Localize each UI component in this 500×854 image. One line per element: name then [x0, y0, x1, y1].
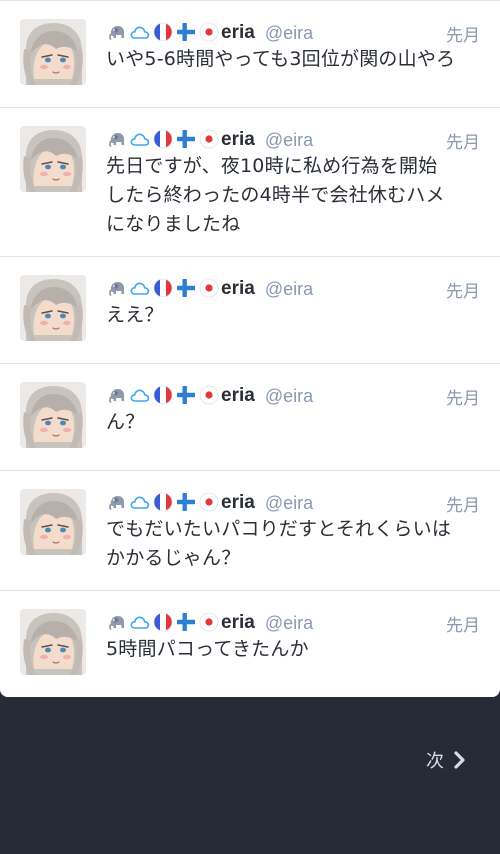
elephant-icon [106, 21, 128, 43]
timestamp[interactable]: 先月 [446, 384, 480, 409]
japan-flag-icon [198, 611, 220, 633]
content-line: になりましたね [106, 213, 241, 235]
status-header: eria @eira 先月 [106, 21, 480, 46]
chevron-right-icon [454, 751, 465, 769]
next-page-button[interactable]: 次 [426, 748, 466, 772]
status-item[interactable]: eria @eira 先月 ええ？ [0, 256, 500, 363]
profile-emojis [106, 277, 221, 302]
profile-emojis [106, 491, 221, 516]
display-name[interactable]: eria [221, 612, 255, 634]
japan-flag-icon [198, 21, 220, 43]
elephant-icon [106, 384, 128, 406]
avatar[interactable] [20, 489, 86, 555]
status-item[interactable]: eria @eira 先月 いや5-6時間やっても3回位が関の山やろ [0, 0, 500, 107]
status-item[interactable]: eria @eira 先月 ん？ [0, 363, 500, 470]
timestamp[interactable]: 先月 [446, 128, 480, 153]
elephant-icon [106, 491, 128, 513]
finland-flag-icon [175, 21, 197, 43]
account-handle[interactable]: @eira [265, 279, 313, 300]
status-item[interactable]: eria @eira 先月 でもだいたいパコりだすとそれくらいは かかるじゃん？ [0, 470, 500, 590]
elephant-icon [106, 611, 128, 633]
finland-flag-icon [175, 384, 197, 406]
timestamp[interactable]: 先月 [446, 491, 480, 516]
japan-flag-icon [198, 128, 220, 150]
france-flag-icon [152, 611, 174, 633]
avatar[interactable] [20, 126, 86, 192]
status-item[interactable]: eria @eira 先月 先日ですが、夜10時に私め行為を開始 したら終わった… [0, 107, 500, 256]
display-name[interactable]: eria [221, 278, 255, 300]
japan-flag-icon [198, 277, 220, 299]
account-handle[interactable]: @eira [265, 386, 313, 407]
display-name[interactable]: eria [221, 492, 255, 514]
cloud-icon [129, 21, 151, 43]
france-flag-icon [152, 277, 174, 299]
display-name[interactable]: eria [221, 22, 255, 44]
content-line: 先日ですが、夜10時に私め行為を開始 [106, 155, 438, 177]
cloud-icon [129, 277, 151, 299]
profile-emojis [106, 611, 221, 636]
timeline-card: eria @eira 先月 いや5-6時間やっても3回位が関の山やろ eria … [0, 0, 500, 697]
finland-flag-icon [175, 611, 197, 633]
status-content: でもだいたいパコりだすとそれくらいは かかるじゃん？ [106, 515, 486, 573]
france-flag-icon [152, 491, 174, 513]
finland-flag-icon [175, 277, 197, 299]
status-header: eria @eira 先月 [106, 128, 480, 153]
status-content: いや5-6時間やっても3回位が関の山やろ [106, 45, 486, 74]
content-line: ん？ [106, 411, 145, 433]
account-handle[interactable]: @eira [265, 613, 313, 634]
avatar[interactable] [20, 382, 86, 448]
france-flag-icon [152, 21, 174, 43]
france-flag-icon [152, 384, 174, 406]
content-line: 5時間パコってきたんか [106, 638, 309, 660]
france-flag-icon [152, 128, 174, 150]
timestamp[interactable]: 先月 [446, 611, 480, 636]
cloud-icon [129, 611, 151, 633]
status-header: eria @eira 先月 [106, 611, 480, 636]
content-line: ええ？ [106, 304, 164, 326]
profile-emojis [106, 21, 221, 46]
status-content: 先日ですが、夜10時に私め行為を開始 したら終わったの4時半で会社休むハメ にな… [106, 152, 486, 239]
avatar[interactable] [20, 609, 86, 675]
avatar[interactable] [20, 19, 86, 85]
cloud-icon [129, 491, 151, 513]
account-handle[interactable]: @eira [265, 23, 313, 44]
next-page-label: 次 [426, 751, 444, 772]
status-header: eria @eira 先月 [106, 384, 480, 409]
timestamp[interactable]: 先月 [446, 277, 480, 302]
cloud-icon [129, 128, 151, 150]
status-header: eria @eira 先月 [106, 491, 480, 516]
avatar[interactable] [20, 275, 86, 341]
content-line: いや5-6時間やっても3回位が関の山やろ [106, 48, 456, 70]
finland-flag-icon [175, 128, 197, 150]
elephant-icon [106, 277, 128, 299]
content-line: でもだいたいパコりだすとそれくらいは [106, 518, 452, 540]
finland-flag-icon [175, 491, 197, 513]
elephant-icon [106, 128, 128, 150]
status-header: eria @eira 先月 [106, 277, 480, 302]
content-line: したら終わったの4時半で会社休むハメ [106, 184, 445, 206]
profile-emojis [106, 128, 221, 153]
status-content: ええ？ [106, 301, 486, 330]
japan-flag-icon [198, 491, 220, 513]
account-handle[interactable]: @eira [265, 493, 313, 514]
status-content: ん？ [106, 408, 486, 437]
status-item[interactable]: eria @eira 先月 5時間パコってきたんか [0, 590, 500, 697]
content-line: かかるじゃん？ [106, 547, 241, 569]
timestamp[interactable]: 先月 [446, 21, 480, 46]
display-name[interactable]: eria [221, 129, 255, 151]
account-handle[interactable]: @eira [265, 130, 313, 151]
profile-emojis [106, 384, 221, 409]
display-name[interactable]: eria [221, 385, 255, 407]
status-content: 5時間パコってきたんか [106, 635, 486, 664]
cloud-icon [129, 384, 151, 406]
japan-flag-icon [198, 384, 220, 406]
